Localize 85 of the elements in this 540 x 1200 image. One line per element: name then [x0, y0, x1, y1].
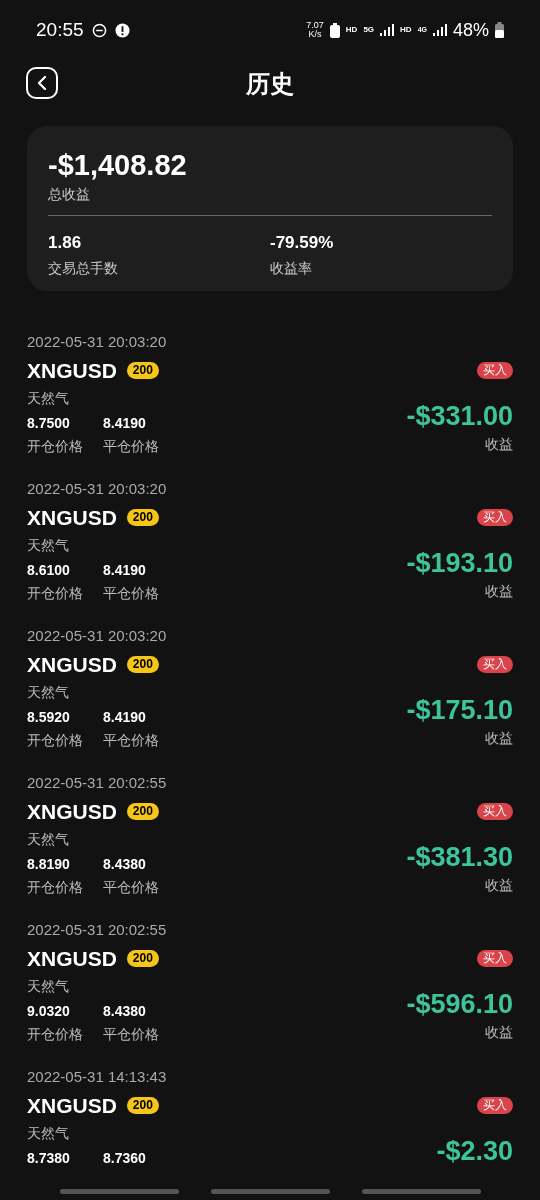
instrument-name: 天然气	[27, 683, 70, 702]
open-price-label: 开仓价格	[27, 584, 84, 603]
alert-icon	[114, 22, 130, 38]
battery-percentage: 48%	[452, 18, 489, 42]
profit-label: 收益	[485, 435, 513, 454]
symbol: XNGUSD	[27, 357, 117, 384]
leverage-badge: 200	[126, 655, 159, 673]
leverage-badge: 200	[126, 1096, 159, 1114]
close-price-label: 平仓价格	[103, 878, 159, 897]
instrument-name: 天然气	[27, 977, 70, 996]
trade-profit: -$175.10	[406, 694, 513, 726]
instrument-name: 天然气	[27, 536, 70, 555]
trade-profit: -$596.10	[406, 988, 513, 1020]
symbol: XNGUSD	[27, 504, 117, 531]
close-price: 8.4190	[103, 561, 147, 580]
open-price: 8.5920	[27, 708, 71, 727]
instrument-name: 天然气	[27, 830, 70, 849]
trade-time: 2022-05-31 20:02:55	[27, 920, 168, 939]
open-price-label: 开仓价格	[27, 1025, 84, 1044]
side-badge: 买入	[477, 655, 513, 673]
side-badge: 买入	[477, 508, 513, 526]
instrument-name: 天然气	[27, 1124, 70, 1143]
hd-label: HD	[400, 24, 412, 36]
battery-saver-icon	[329, 22, 340, 38]
open-price: 8.6100	[27, 561, 71, 580]
close-price: 8.4380	[103, 855, 147, 874]
profit-label: 收益	[485, 1023, 513, 1042]
leverage-badge: 200	[126, 802, 159, 820]
open-price: 8.7380	[27, 1149, 71, 1168]
trade-time: 2022-05-31 20:03:20	[27, 626, 168, 645]
trade-time: 2022-05-31 20:02:55	[27, 773, 168, 792]
close-price: 8.4190	[103, 414, 147, 433]
chevron-left-icon	[37, 76, 47, 90]
symbol: XNGUSD	[27, 651, 117, 678]
do-not-disturb-icon	[91, 22, 107, 38]
side-badge: 买入	[477, 802, 513, 820]
leverage-badge: 200	[126, 949, 159, 967]
instrument-name: 天然气	[27, 389, 70, 408]
open-price: 9.0320	[27, 1002, 71, 1021]
symbol: XNGUSD	[27, 798, 117, 825]
stat-value: 1.86	[48, 232, 83, 254]
open-price: 8.7500	[27, 414, 71, 433]
profit-label: 收益	[485, 582, 513, 601]
trade-time: 2022-05-31 20:03:20	[27, 479, 168, 498]
profit-label: 收益	[485, 729, 513, 748]
clock: 20:55	[36, 17, 84, 42]
battery-charging-icon	[495, 22, 504, 38]
side-badge: 买入	[477, 361, 513, 379]
close-price: 8.4190	[103, 708, 147, 727]
open-price-label: 开仓价格	[27, 878, 84, 897]
back-button[interactable]	[26, 67, 58, 99]
trade-time: 2022-05-31 20:03:20	[27, 332, 168, 351]
network-speed: 7.07	[306, 21, 324, 30]
symbol: XNGUSD	[27, 1092, 117, 1119]
hd-label: HD	[345, 24, 358, 36]
trade-profit: -$331.00	[406, 400, 513, 432]
close-price-label: 平仓价格	[103, 584, 159, 603]
close-price-label: 平仓价格	[103, 731, 159, 750]
side-badge: 买入	[477, 949, 513, 967]
profit-label: 收益	[485, 876, 513, 895]
trade-profit: -$381.30	[406, 841, 513, 873]
leverage-badge: 200	[126, 508, 159, 526]
stat-label: 收益率	[270, 258, 313, 278]
page-title: 历史	[246, 69, 294, 99]
close-price: 8.4380	[103, 1002, 147, 1021]
signal-icon	[380, 24, 395, 36]
open-price-label: 开仓价格	[27, 437, 84, 456]
trade-profit: -$2.30	[436, 1135, 513, 1167]
open-price-label: 开仓价格	[27, 731, 84, 750]
stat-label: 交易总手数	[48, 258, 119, 278]
side-badge: 买入	[477, 1096, 513, 1114]
total-profit: -$1,408.82	[48, 148, 188, 182]
total-profit-label: 总收益	[48, 185, 91, 204]
close-price: 8.7360	[103, 1149, 146, 1168]
trade-profit: -$193.10	[406, 547, 513, 579]
network-speed-unit: K/s	[308, 30, 322, 39]
signal-icon	[432, 24, 447, 36]
symbol: XNGUSD	[27, 945, 117, 972]
open-price: 8.8190	[27, 855, 71, 874]
stat-value: -79.59%	[270, 232, 335, 254]
network-type: 5G	[363, 24, 375, 36]
trade-time: 2022-05-31 14:13:43	[27, 1067, 168, 1086]
leverage-badge: 200	[126, 361, 159, 379]
close-price-label: 平仓价格	[103, 437, 159, 456]
close-price-label: 平仓价格	[103, 1025, 159, 1044]
